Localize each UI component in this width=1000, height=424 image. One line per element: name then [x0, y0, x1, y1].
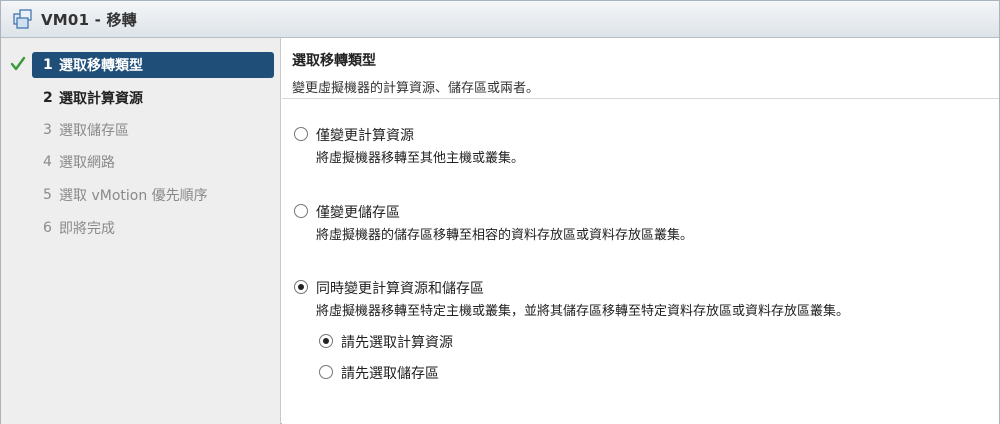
title-bar: VM01 - 移轉 [1, 1, 999, 38]
step-number: 3 [43, 122, 52, 138]
radio-storage-only[interactable] [294, 204, 308, 218]
step-ready-to-complete: 6 即將完成 [1, 215, 281, 241]
step-label: 選取計算資源 [59, 91, 143, 107]
step-label: 選取網路 [59, 155, 115, 171]
suboption-label[interactable]: 請先選取儲存區 [341, 363, 439, 383]
radio-change-both[interactable] [294, 280, 308, 294]
step-number: 4 [43, 154, 52, 170]
vm-migrate-icon [13, 9, 32, 29]
checkmark-icon [10, 56, 26, 71]
page-header: 選取移轉類型 變更虛擬機器的計算資源、儲存區或兩者。 [292, 50, 992, 96]
option-label[interactable]: 僅變更儲存區 [316, 202, 400, 222]
page-subtitle: 變更虛擬機器的計算資源、儲存區或兩者。 [292, 81, 540, 96]
radio-compute-first[interactable] [319, 334, 333, 348]
step-number: 1 [43, 57, 53, 73]
step-select-compute-resource[interactable]: 2 選取計算資源 [1, 85, 281, 111]
step-select-vmotion-priority: 5 選取 vMotion 優先順序 [1, 182, 281, 208]
window-title: VM01 - 移轉 [41, 10, 137, 29]
step-label: 選取儲存區 [59, 123, 129, 139]
header-divider [282, 98, 999, 99]
wizard-steps-sidebar: 1 選取移轉類型 2 選取計算資源 3 選取儲存區 4 選取網路 5 選取 vM… [1, 38, 281, 424]
step-select-storage: 3 選取儲存區 [1, 117, 281, 143]
step-label: 即將完成 [59, 221, 115, 237]
option-label[interactable]: 僅變更計算資源 [316, 125, 414, 145]
step-select-migration-type[interactable]: 1 選取移轉類型 [1, 52, 281, 78]
step-select-network: 4 選取網路 [1, 149, 281, 175]
step-number: 2 [43, 90, 53, 106]
step-number: 6 [43, 220, 52, 236]
option-label[interactable]: 同時變更計算資源和儲存區 [316, 278, 484, 298]
radio-storage-first[interactable] [319, 365, 333, 379]
migrate-wizard-window: VM01 - 移轉 1 選取移轉類型 2 選取計算資源 3 選取儲存區 4 選取… [0, 0, 1000, 424]
radio-compute-only[interactable] [294, 127, 308, 141]
option-description: 將虛擬機器的儲存區移轉至相容的資料存放區或資料存放區叢集。 [316, 228, 694, 243]
suboption-label[interactable]: 請先選取計算資源 [341, 332, 453, 352]
option-description: 將虛擬機器移轉至特定主機或叢集，並將其儲存區移轉至特定資料存放區或資料存放區叢集… [316, 304, 850, 319]
step-number: 5 [43, 187, 52, 203]
wizard-content: 選取移轉類型 變更虛擬機器的計算資源、儲存區或兩者。 僅變更計算資源 將虛擬機器… [282, 38, 999, 424]
option-description: 將虛擬機器移轉至其他主機或叢集。 [316, 151, 525, 166]
step-label: 選取 vMotion 優先順序 [59, 188, 208, 204]
page-title: 選取移轉類型 [292, 53, 376, 69]
step-label: 選取移轉類型 [59, 58, 143, 74]
